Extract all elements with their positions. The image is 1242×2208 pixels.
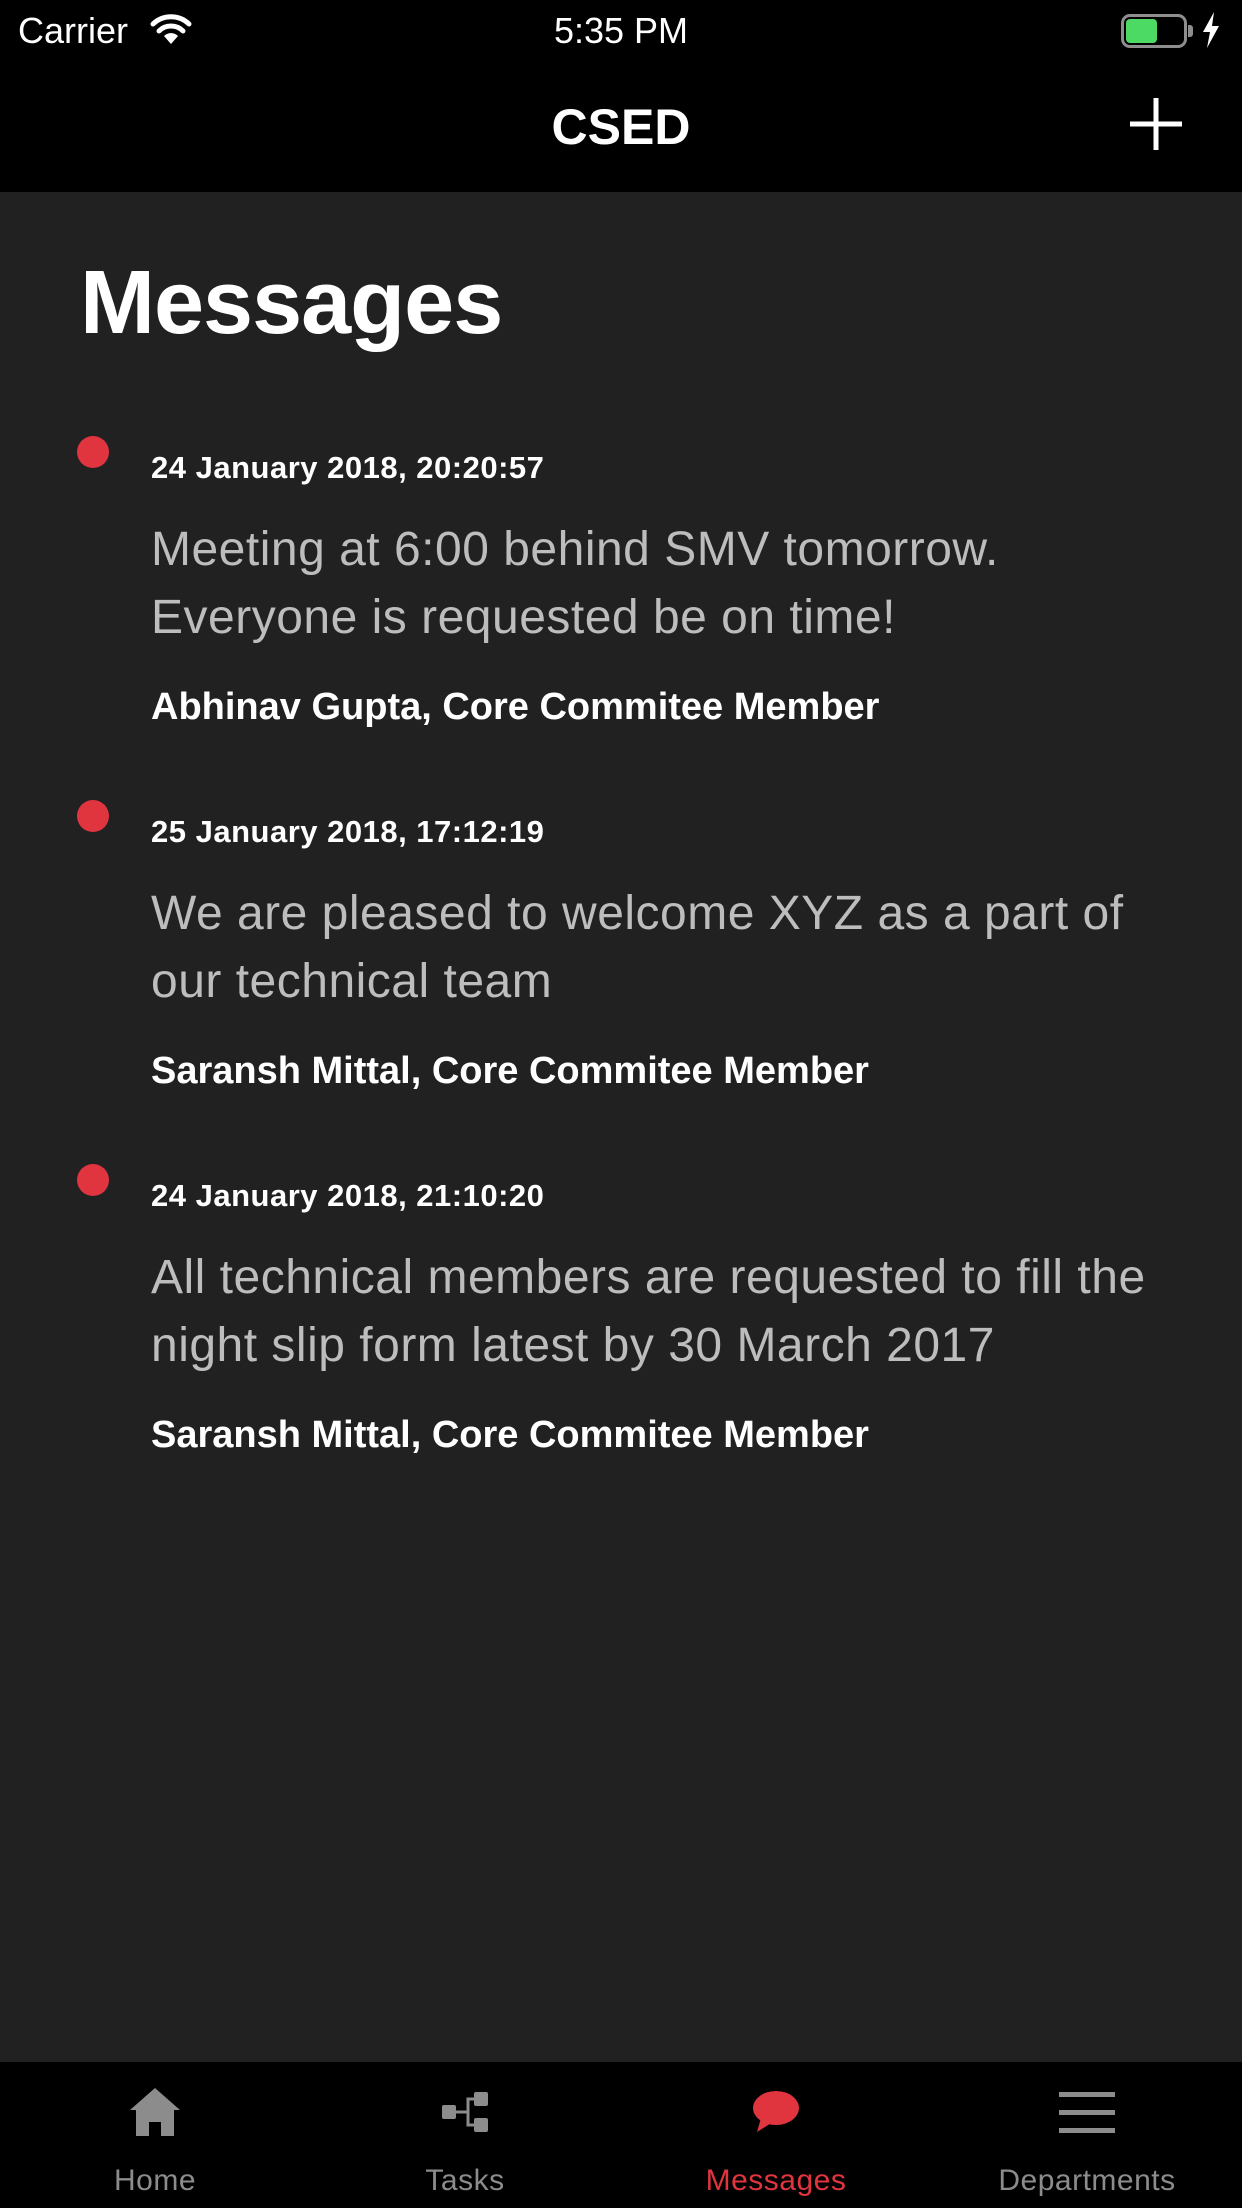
tab-label: Messages bbox=[705, 2164, 847, 2197]
tab-departments[interactable]: Departments bbox=[932, 2062, 1242, 2208]
message-author: Saransh Mittal, Core Commitee Member bbox=[151, 1050, 869, 1092]
plus-icon[interactable] bbox=[1126, 94, 1186, 154]
message-text: We are pleased to welcome XYZ as a part … bbox=[151, 887, 1124, 1008]
tab-label: Home bbox=[113, 2164, 197, 2197]
tab-label: Tasks bbox=[425, 2164, 505, 2197]
tasks-icon bbox=[442, 2092, 488, 2132]
messages-icon bbox=[753, 2091, 799, 2132]
nav-bar: CSED bbox=[0, 62, 1242, 192]
message-date: 25 January 2018, 17:12:19 bbox=[151, 814, 545, 849]
message-item[interactable]: 24 January 2018, 20:20:57 Meeting at 6:0… bbox=[0, 436, 1242, 736]
message-item[interactable]: 25 January 2018, 17:12:19 We are pleased… bbox=[0, 800, 1242, 1100]
message-author: Saransh Mittal, Core Commitee Member bbox=[151, 1414, 869, 1456]
clock: 5:35 PM bbox=[553, 10, 689, 51]
message-text: Meeting at 6:00 behind SMV tomorrow. Eve… bbox=[151, 523, 999, 644]
tab-label: Departments bbox=[998, 2164, 1176, 2197]
message-text: All technical members are requested to f… bbox=[151, 1251, 1146, 1372]
screen: Carrier 5:35 PM CSED Messages 24 January… bbox=[0, 0, 1242, 2208]
home-icon bbox=[130, 2088, 180, 2136]
message-item[interactable]: 24 January 2018, 21:10:20 All technical … bbox=[0, 1164, 1242, 1464]
battery-level-fill bbox=[1126, 19, 1157, 43]
battery-icon bbox=[1121, 14, 1193, 48]
status-bar: Carrier 5:35 PM bbox=[0, 0, 1242, 62]
message-date: 24 January 2018, 21:10:20 bbox=[151, 1178, 545, 1213]
tab-messages[interactable]: Messages bbox=[621, 2062, 931, 2208]
tab-bar: Home Tasks Messages Departments bbox=[0, 2062, 1242, 2208]
menu-icon bbox=[1059, 2092, 1115, 2133]
message-author: Abhinav Gupta, Core Commitee Member bbox=[151, 686, 880, 728]
message-date: 24 January 2018, 20:20:57 bbox=[151, 450, 545, 485]
tab-tasks[interactable]: Tasks bbox=[310, 2062, 620, 2208]
page-title: Messages bbox=[80, 253, 503, 353]
unread-dot bbox=[77, 800, 109, 832]
tab-home[interactable]: Home bbox=[0, 2062, 310, 2208]
unread-dot bbox=[77, 1164, 109, 1196]
nav-title: CSED bbox=[551, 99, 691, 155]
charging-bolt-icon bbox=[1203, 12, 1219, 48]
unread-dot bbox=[77, 436, 109, 468]
